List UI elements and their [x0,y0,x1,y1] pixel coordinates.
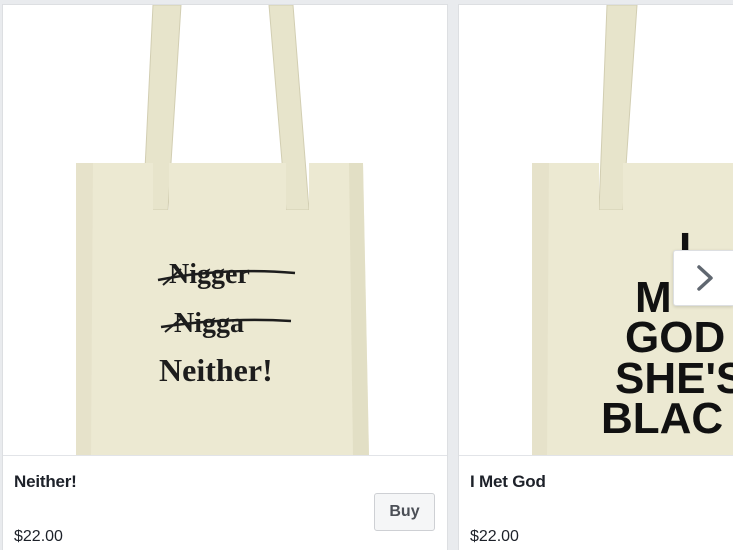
product-price: $22.00 [14,528,63,545]
image-divider [3,455,447,456]
product-image-tote-neither[interactable]: Nigger Nigga Neither! [3,5,447,455]
product-title[interactable]: Neither! [14,472,77,492]
buy-button[interactable]: Buy [374,493,435,531]
struck-word-1: Nigger [169,259,250,290]
chevron-right-icon [696,265,713,291]
bag-text-line-5: BLAC [601,394,723,443]
tote-bag-illustration: Nigger Nigga Neither! [76,5,369,455]
product-card[interactable]: Nigger Nigga Neither! Neither! $22.00 Bu… [2,4,448,550]
product-carousel: Nigger Nigga Neither! Neither! $22.00 Bu… [0,0,733,550]
carousel-next-button[interactable] [673,250,733,306]
product-image-tote-i-met-god[interactable]: I M GOD SHE'S BLAC [459,5,733,455]
bag-main-word: Neither! [159,352,273,388]
product-title[interactable]: I Met God [470,472,546,492]
image-divider [459,455,733,456]
product-price: $22.00 [470,528,519,545]
tote-bag-illustration: I M GOD SHE'S BLAC [532,5,733,455]
